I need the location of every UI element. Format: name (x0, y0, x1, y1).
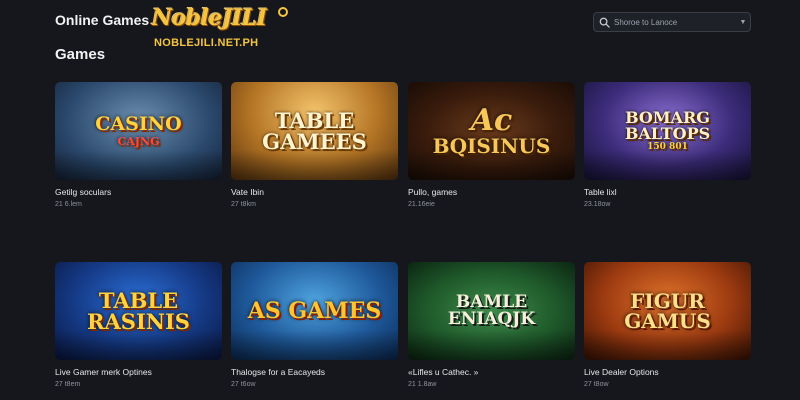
section-title: Games (55, 46, 106, 63)
game-title[interactable]: Getilg soculars (55, 187, 222, 197)
game-meta: 27 t8em (55, 381, 81, 388)
game-title[interactable]: Thalogse for a Eacayeds (231, 367, 398, 377)
thumbnail-main-text: AS GAMES (247, 298, 382, 324)
game-card[interactable]: AS GAMES Thalogse for a Eacayeds 27 t6ow (231, 262, 398, 388)
thumbnail-shade (584, 330, 751, 360)
game-title[interactable]: Live Dealer Options (584, 367, 751, 377)
logo-ring-icon (278, 7, 288, 17)
thumbnail-main-text: TABLE GAMEES (262, 108, 367, 154)
game-card[interactable]: TABLE GAMEES Vate Ibin 27 t8km (231, 82, 398, 208)
thumbnail-main-text: TABLE RASINIS (87, 288, 190, 334)
app-title: Online Games (55, 12, 150, 28)
thumbnail-main-text: BQISINUS (432, 134, 551, 158)
game-title[interactable]: Live Gamer merk Optines (55, 367, 222, 377)
thumbnail-shade (231, 150, 398, 180)
game-title[interactable]: Pullo, games (408, 187, 575, 197)
thumbnail-shade (408, 330, 575, 360)
game-thumbnail[interactable]: BOMARG BALTOPS 150 801 (584, 82, 751, 180)
thumbnail-shade (55, 150, 222, 180)
thumbnail-title: CASINO CAJNG (89, 113, 187, 148)
thumbnail-title: BOMARG BALTOPS 150 801 (584, 110, 751, 152)
game-thumbnail[interactable]: Ac BQISINUS (408, 82, 575, 180)
search-placeholder: Shoroe to Lanoce (614, 17, 678, 27)
game-thumbnail[interactable]: FIGUR GAMUS (584, 262, 751, 360)
game-thumbnail[interactable]: CASINO CAJNG (55, 82, 222, 180)
game-meta: 21.16eie (408, 201, 435, 208)
game-meta: 27 t6ow (231, 381, 256, 388)
thumbnail-main-text: FIGUR GAMUS (624, 289, 711, 333)
logo-url: NOBLEJILI.NET.PH (154, 37, 259, 49)
game-thumbnail[interactable]: TABLE GAMEES (231, 82, 398, 180)
game-meta: 21 1.8aw (408, 381, 437, 388)
thumbnail-title: Ac BQISINUS (427, 103, 557, 158)
thumbnail-shade (55, 330, 222, 360)
thumbnail-sub-text: CAJNG (117, 135, 160, 148)
game-meta: 27 t8km (231, 201, 256, 208)
thumbnail-shade (584, 150, 751, 180)
thumbnail-main-text: CASINO (95, 113, 182, 135)
thumbnail-main-text: BAMLE ENIAQJK (447, 292, 536, 329)
thumbnail-main-text: BOMARG BALTOPS (624, 108, 711, 143)
games-grid: CASINO CAJNG Getilg soculars 21 6.lem TA… (55, 82, 751, 400)
thumbnail-big-text: Ac (470, 103, 513, 138)
thumbnail-shade (231, 330, 398, 360)
game-card[interactable]: BOMARG BALTOPS 150 801 Table lixl 23.18o… (584, 82, 751, 208)
game-card[interactable]: FIGUR GAMUS Live Dealer Options 27 t8ow (584, 262, 751, 388)
search-input[interactable]: Shoroe to Lanoce ▼ (593, 12, 751, 32)
top-bar: Online Games NobleJILI NOBLEJILI.NET.PH … (0, 0, 800, 49)
game-title[interactable]: Table lixl (584, 187, 751, 197)
game-thumbnail[interactable]: BAMLE ENIAQJK (408, 262, 575, 360)
game-meta: 23.18ow (584, 201, 611, 208)
game-thumbnail[interactable]: AS GAMES (231, 262, 398, 360)
game-card[interactable]: TABLE RASINIS Live Gamer merk Optines 27… (55, 262, 222, 388)
search-icon (594, 12, 614, 32)
game-title[interactable]: «Lifles u Cathec. » (408, 367, 575, 377)
brand-logo[interactable]: NobleJILI NOBLEJILI.NET.PH (150, 5, 290, 53)
chevron-down-icon[interactable]: ▼ (736, 19, 750, 26)
game-thumbnail[interactable]: TABLE RASINIS (55, 262, 222, 360)
game-card[interactable]: BAMLE ENIAQJK «Lifles u Cathec. » 21 1.8… (408, 262, 575, 388)
game-card[interactable]: Ac BQISINUS Pullo, games 21.16eie (408, 82, 575, 208)
game-meta: 21 6.lem (55, 201, 82, 208)
game-title[interactable]: Vate Ibin (231, 187, 398, 197)
game-meta: 27 t8ow (584, 381, 609, 388)
game-card[interactable]: CASINO CAJNG Getilg soculars 21 6.lem (55, 82, 222, 208)
thumbnail-sub-text: 150 801 (647, 142, 688, 152)
logo-wordmark: NobleJILI (152, 5, 267, 31)
